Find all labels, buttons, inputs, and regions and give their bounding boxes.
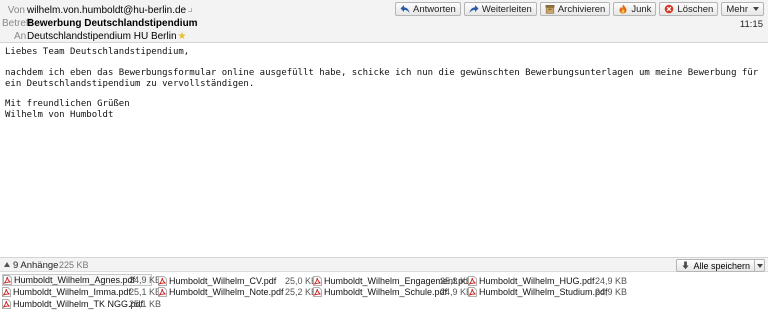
- attachments-toggle-icon[interactable]: [4, 262, 10, 267]
- body-paragraph: nachdem ich eben das Bewerbungsformular …: [5, 68, 764, 89]
- pdf-file-icon: [313, 287, 322, 297]
- archive-box-icon: [545, 5, 555, 14]
- junk-flame-icon: [619, 4, 627, 14]
- delete-label: Löschen: [677, 3, 714, 15]
- attachment-item[interactable]: Humboldt_Wilhelm_Schule.pdf 24,9 KB: [313, 286, 472, 298]
- attachments-bar: 9 Anhänge 225 KB Alle speichern: [0, 257, 768, 272]
- download-arrow-icon: [682, 261, 690, 270]
- attachments-total-size: 225 KB: [59, 260, 89, 270]
- from-address[interactable]: wilhelm.von.humboldt@hu-berlin.de: [27, 5, 193, 17]
- subject-label: Betreff: [2, 18, 32, 29]
- attachment-name: Humboldt_Wilhelm_Agnes.pdf: [14, 275, 136, 285]
- to-recipient-text: Deutschlandstipendium HU Berlin: [27, 31, 177, 42]
- more-button[interactable]: Mehr: [721, 2, 764, 16]
- closing-text: Mit freundlichen Grüßen: [5, 99, 130, 109]
- reply-label: Antworten: [413, 3, 456, 15]
- attachment-name: Humboldt_Wilhelm_Studium.pdf: [479, 287, 608, 297]
- greeting-text: Liebes Team Deutschlandstipendium,: [5, 47, 190, 57]
- subject-value: Bewerbung Deutschlandstipendium: [27, 18, 198, 29]
- attachment-name: Humboldt_Wilhelm_Schule.pdf: [324, 287, 448, 297]
- message-toolbar: Antworten Weiterleiten Archivieren Junk …: [395, 2, 764, 16]
- attachment-item[interactable]: Humboldt_Wilhelm_Studium.pdf 24,9 KB: [468, 286, 627, 298]
- chevron-down-icon: [753, 7, 759, 11]
- attachment-name: Humboldt_Wilhelm_Imma.pdf: [13, 287, 132, 297]
- attachment-name: Humboldt_Wilhelm_CV.pdf: [169, 276, 277, 286]
- from-address-text: wilhelm.von.humboldt@hu-berlin.de: [27, 5, 187, 16]
- pdf-file-icon: [468, 276, 477, 286]
- junk-button[interactable]: Junk: [613, 2, 657, 16]
- message-body: Liebes Team Deutschlandstipendium, nachd…: [5, 47, 763, 252]
- chevron-down-icon: [756, 263, 763, 268]
- attachment-name: Humboldt_Wilhelm_TK NGG.pdf: [13, 299, 144, 309]
- more-label: Mehr: [726, 3, 748, 15]
- message-time: 11:15: [739, 19, 763, 30]
- from-menu-icon: [188, 8, 192, 12]
- archive-button[interactable]: Archivieren: [539, 2, 611, 16]
- attachment-size: 24,9 KB: [595, 287, 628, 297]
- attachments-count: 9 Anhänge: [13, 260, 59, 271]
- save-all-dropdown[interactable]: [755, 260, 764, 271]
- save-all-button-group: Alle speichern: [676, 259, 765, 272]
- to-label: An: [14, 31, 27, 42]
- forward-label: Weiterleiten: [481, 3, 532, 15]
- attachment-list: Humboldt_Wilhelm_Agnes.pdf 24,9 KB Humbo…: [0, 273, 768, 310]
- pdf-file-icon: [158, 287, 167, 297]
- attachment-size: 25,1 KB: [129, 287, 162, 297]
- save-all-label: Alle speichern: [693, 260, 750, 271]
- attachment-item[interactable]: Humboldt_Wilhelm_TK NGG.pdf 25,1 KB: [2, 298, 161, 310]
- delete-icon: [665, 4, 674, 14]
- archive-label: Archivieren: [557, 3, 606, 15]
- delete-button[interactable]: Löschen: [659, 2, 719, 16]
- attachment-name: Humboldt_Wilhelm_HUG.pdf: [479, 276, 595, 286]
- save-all-button[interactable]: Alle speichern: [677, 260, 755, 271]
- junk-label: Junk: [631, 3, 652, 15]
- forward-arrow-icon: [469, 5, 479, 13]
- pdf-file-icon: [313, 276, 322, 286]
- pdf-file-icon: [158, 276, 167, 286]
- reply-arrow-icon: [400, 5, 410, 13]
- pdf-file-icon: [2, 299, 11, 309]
- attachment-item[interactable]: Humboldt_Wilhelm_Agnes.pdf 24,9 KB: [2, 274, 161, 286]
- attachment-size: 25,1 KB: [129, 299, 162, 309]
- attachment-item[interactable]: Humboldt_Wilhelm_Imma.pdf 25,1 KB: [2, 286, 161, 298]
- from-label: Von: [7, 5, 25, 16]
- pdf-file-icon: [2, 287, 11, 297]
- attachment-size: 24,9 KB: [595, 276, 628, 286]
- attachment-name: Humboldt_Wilhelm_Note.pdf: [169, 287, 284, 297]
- star-icon[interactable]: ★: [178, 31, 187, 42]
- signature-text: Wilhelm von Humboldt: [5, 109, 114, 120]
- reply-button[interactable]: Antworten: [395, 2, 461, 16]
- pdf-file-icon: [3, 275, 12, 285]
- forward-button[interactable]: Weiterleiten: [463, 2, 537, 16]
- attachment-size: 24,9 KB: [129, 275, 162, 285]
- attachment-item[interactable]: Humboldt_Wilhelm_Note.pdf 25,2 KB: [158, 286, 317, 298]
- pdf-file-icon: [468, 287, 477, 297]
- to-recipient[interactable]: Deutschlandstipendium HU Berlin★: [27, 31, 187, 43]
- message-header: Von wilhelm.von.humboldt@hu-berlin.de Be…: [0, 0, 768, 43]
